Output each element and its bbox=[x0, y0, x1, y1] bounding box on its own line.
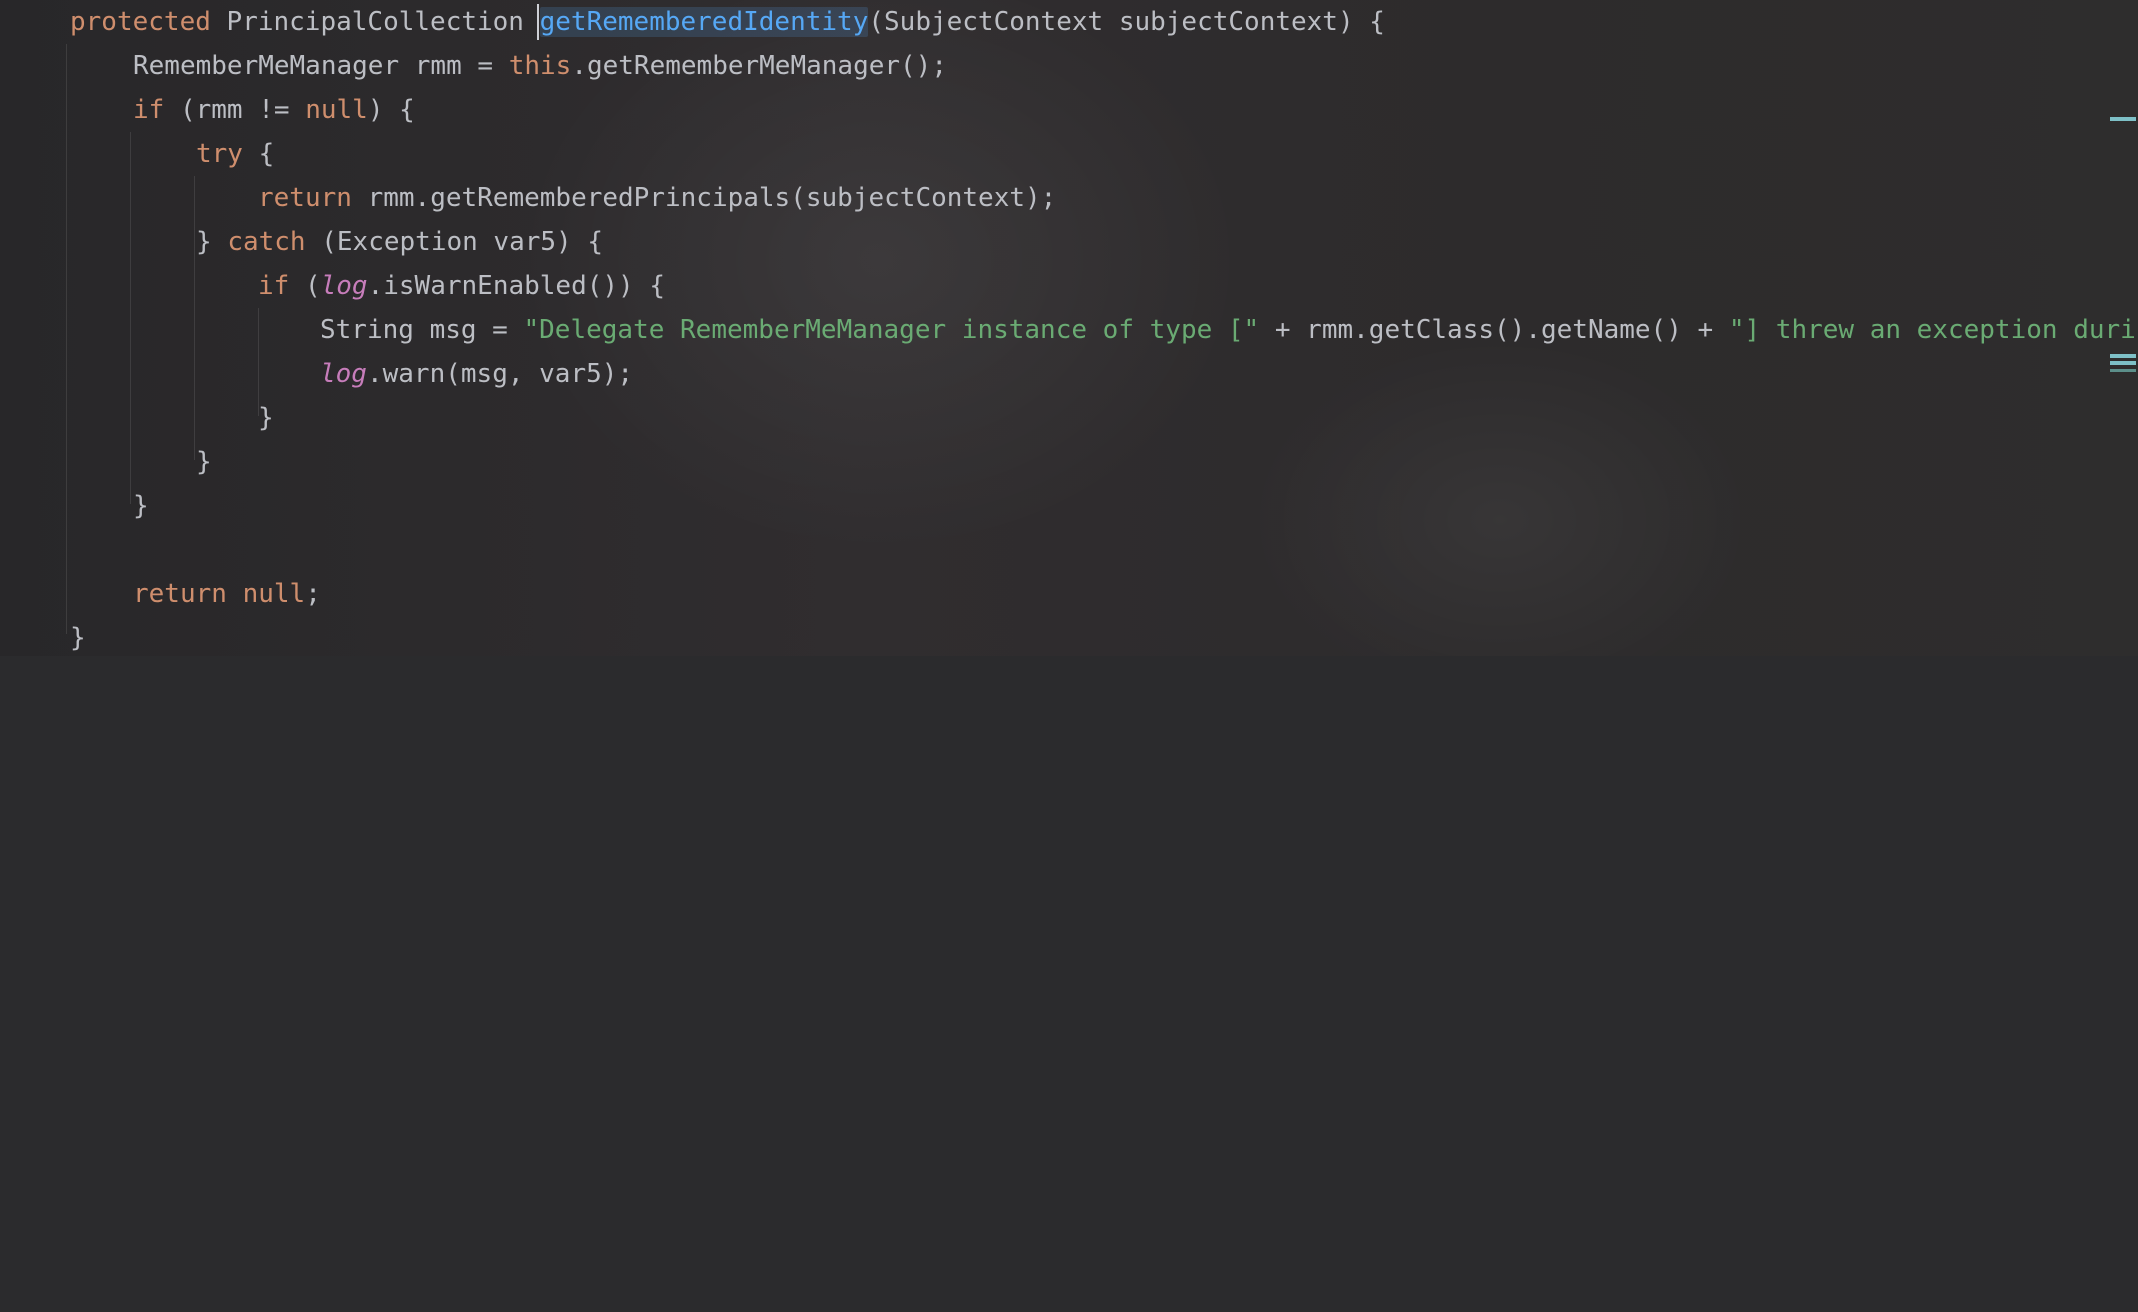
code-line-6: } catch (Exception var5) { bbox=[0, 220, 2138, 264]
keyword-catch: catch bbox=[227, 227, 306, 257]
variable-declaration: String msg = bbox=[320, 315, 524, 345]
code-line-12: } bbox=[0, 484, 2138, 528]
keyword-if: if bbox=[133, 95, 165, 125]
code-line-3: if (rmm != null) { bbox=[0, 88, 2138, 132]
code-line-1: protected PrincipalCollection getRemembe… bbox=[0, 0, 2138, 44]
keyword-return: return bbox=[258, 183, 352, 213]
code-line-14: return null; bbox=[0, 572, 2138, 616]
keyword-return: return bbox=[133, 579, 227, 609]
brace-close: } bbox=[133, 491, 149, 521]
brace-close: } bbox=[258, 403, 274, 433]
keyword-protected: protected bbox=[70, 7, 211, 37]
scrollbar-marker[interactable] bbox=[2110, 354, 2136, 358]
variable-declaration: RememberMeManager rmm = bbox=[133, 51, 509, 81]
code-line-15: } bbox=[0, 616, 2138, 660]
keyword-this: this bbox=[508, 51, 572, 81]
text-caret bbox=[537, 4, 539, 40]
keyword-null: null bbox=[305, 95, 368, 125]
semicolon: ; bbox=[305, 579, 321, 609]
scrollbar-marker[interactable] bbox=[2110, 369, 2136, 372]
code-line-2: RememberMeManager rmm = this.getRemember… bbox=[0, 44, 2138, 88]
string-literal: "Delegate RememberMeManager instance of … bbox=[523, 315, 1260, 345]
brace-close: } bbox=[196, 447, 212, 477]
code-line-8: String msg = "Delegate RememberMeManager… bbox=[0, 308, 2138, 352]
code-line-4: try { bbox=[0, 132, 2138, 176]
brace-close: } bbox=[70, 623, 86, 653]
static-field-log: log bbox=[320, 359, 367, 389]
code-editor[interactable]: protected PrincipalCollection getRemembe… bbox=[0, 0, 2138, 656]
method-call: .getRememberMeManager(); bbox=[571, 51, 947, 81]
method-name-get-remembered-identity[interactable]: getRememberedIdentity bbox=[539, 7, 869, 37]
code-line-7: if (log.isWarnEnabled()) { bbox=[0, 264, 2138, 308]
scrollbar-marker[interactable] bbox=[2110, 117, 2136, 121]
keyword-null: null bbox=[242, 579, 306, 609]
condition: (rmm != bbox=[164, 95, 306, 125]
code-line-9: log.warn(msg, var5); bbox=[0, 352, 2138, 396]
paren-open: ( bbox=[289, 271, 321, 301]
brace-close: } bbox=[196, 227, 228, 257]
static-field-log: log bbox=[320, 271, 368, 301]
return-expression: rmm.getRememberedPrincipals(subjectConte… bbox=[351, 183, 1057, 213]
brace-open: { bbox=[242, 139, 275, 169]
string-literal: "] threw an exception during bbox=[1728, 315, 2138, 345]
scrollbar-marker[interactable] bbox=[2110, 361, 2136, 365]
warn-call: .warn(msg, var5); bbox=[366, 359, 634, 389]
condition-call: .isWarnEnabled()) { bbox=[367, 271, 666, 301]
method-params: (SubjectContext subjectContext) { bbox=[868, 7, 1385, 37]
code-line-11: } bbox=[0, 440, 2138, 484]
code-line-5: return rmm.getRememberedPrincipals(subje… bbox=[0, 176, 2138, 220]
condition-close: ) { bbox=[367, 95, 415, 125]
code-line-10: } bbox=[0, 396, 2138, 440]
keyword-try: try bbox=[196, 139, 243, 169]
concat-expression: + rmm.getClass().getName() + bbox=[1259, 315, 1729, 345]
return-type: PrincipalCollection bbox=[210, 7, 540, 37]
keyword-if: if bbox=[258, 271, 290, 301]
catch-params: (Exception var5) { bbox=[305, 227, 604, 257]
scrollbar-marker-strip[interactable] bbox=[2108, 0, 2138, 656]
